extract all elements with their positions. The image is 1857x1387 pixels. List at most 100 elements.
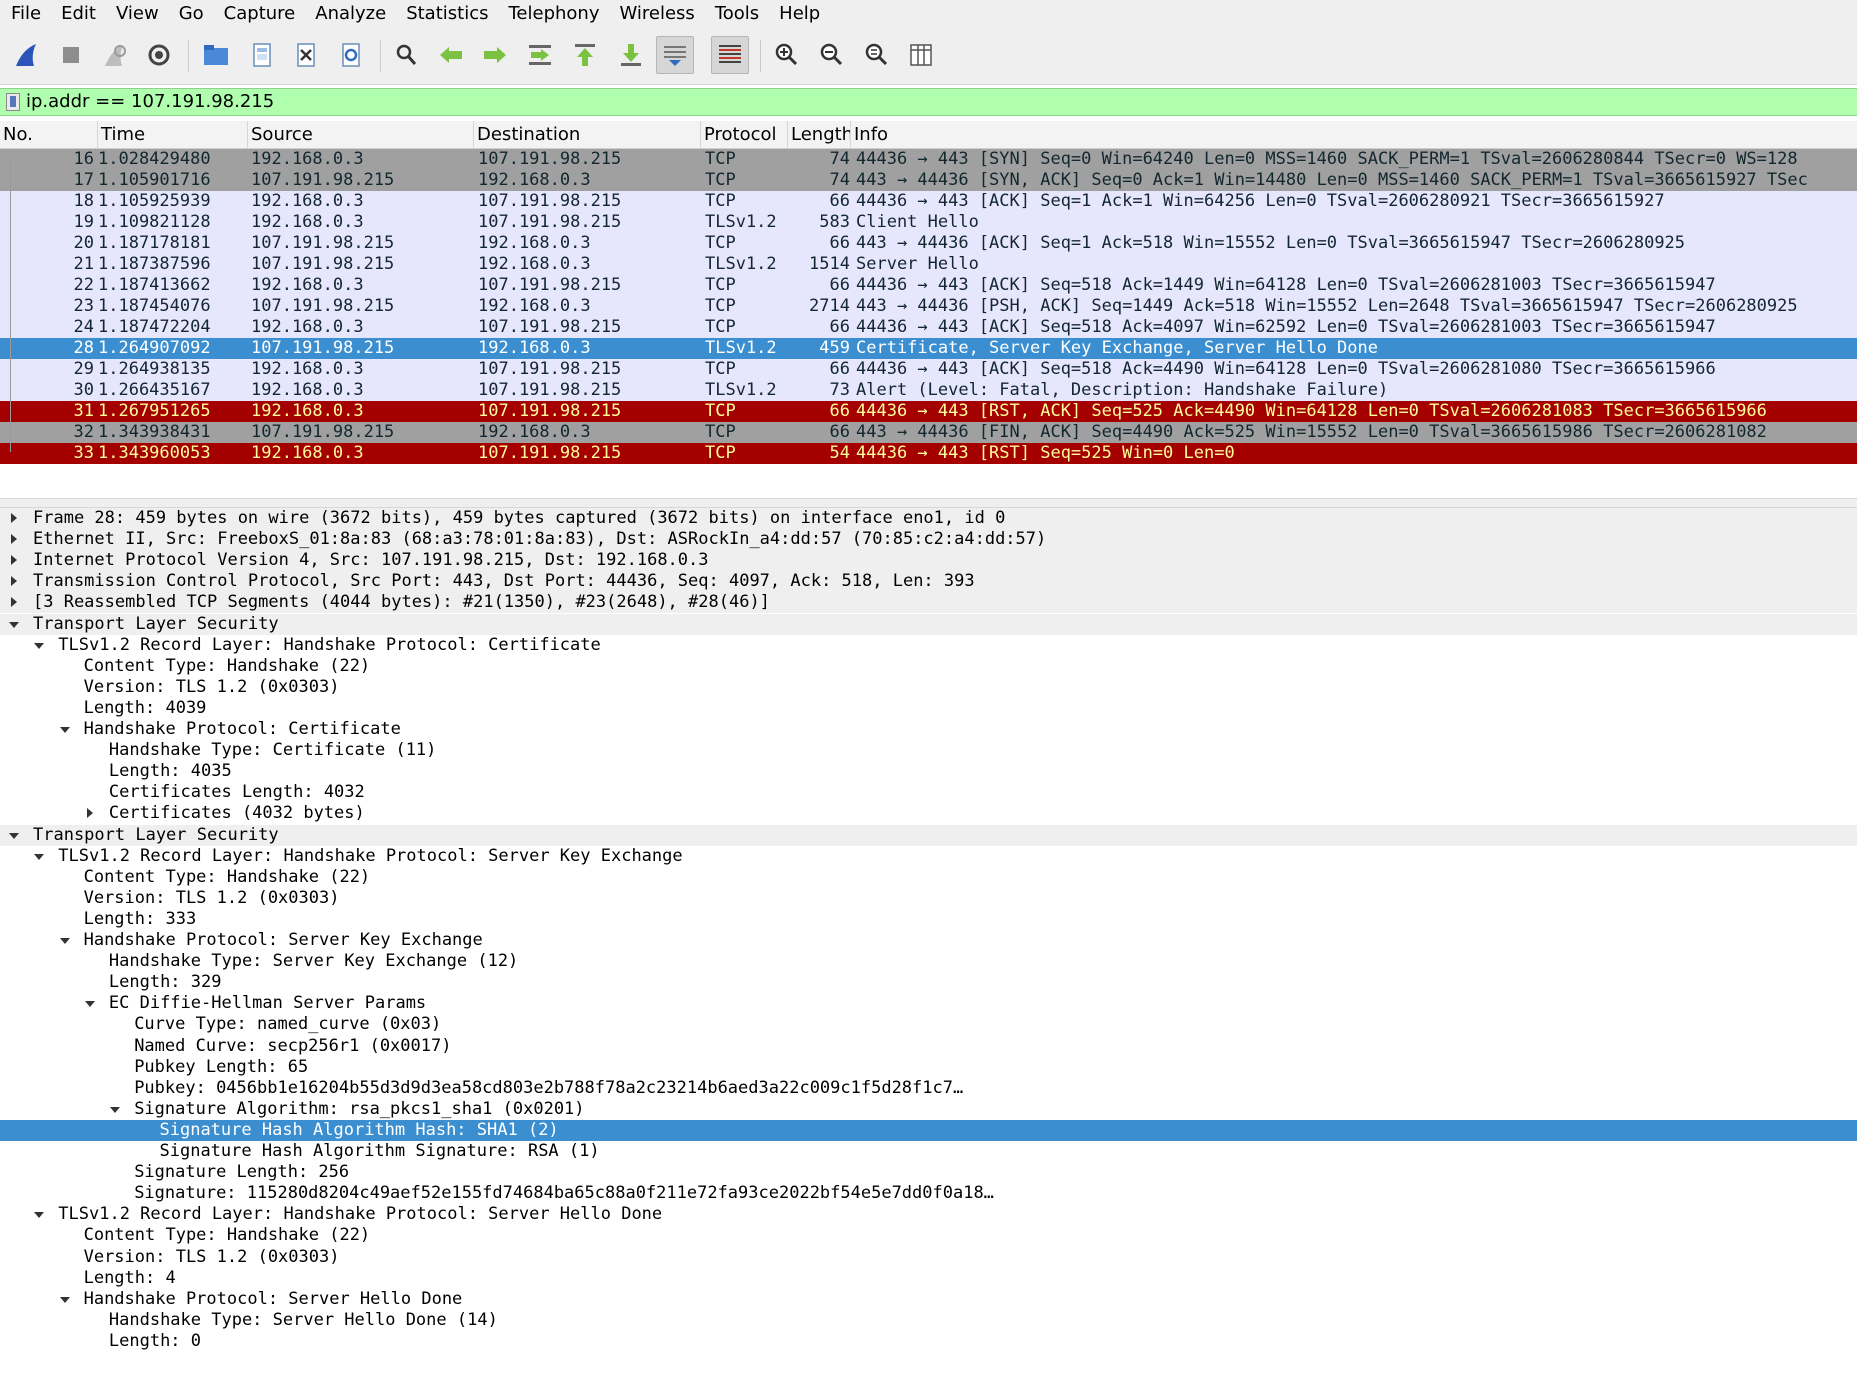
go-to-packet-icon[interactable] (521, 36, 559, 74)
expand-down-icon[interactable] (84, 993, 98, 1014)
detail-tree-item[interactable]: Signature Length: 256 (0, 1162, 1857, 1183)
menu-analyze[interactable]: Analyze (304, 0, 395, 28)
packet-row[interactable]: 19 1.109821128 192.168.0.3 107.191.98.215 TL… (0, 212, 1857, 233)
find-packet-icon[interactable] (387, 36, 425, 74)
detail-tree-item[interactable]: Handshake Type: Server Key Exchange (12) (0, 951, 1857, 972)
packet-row[interactable]: 24 1.187472204 192.168.0.3 107.191.98.215 TC… (0, 317, 1857, 338)
go-forward-icon[interactable] (476, 36, 514, 74)
detail-tree-item[interactable]: Version: TLS 1.2 (0x0303) (0, 1247, 1857, 1268)
detail-tree-item[interactable]: TLSv1.2 Record Layer: Handshake Protocol… (0, 1204, 1857, 1225)
detail-tree-item[interactable]: Handshake Type: Server Hello Done (14) (0, 1310, 1857, 1331)
detail-tree-item[interactable]: [3 Reassembled TCP Segments (4044 bytes)… (0, 592, 1857, 613)
packet-row[interactable]: 23 1.187454076 107.191.98.215 192.168.0.3 TC… (0, 296, 1857, 317)
go-first-packet-icon[interactable] (566, 36, 604, 74)
detail-tree-item[interactable]: Content Type: Handshake (22) (0, 867, 1857, 888)
detail-tree-item[interactable]: Transport Layer Security (0, 614, 1857, 635)
expand-down-icon[interactable] (8, 825, 22, 846)
detail-tree-item[interactable]: TLSv1.2 Record Layer: Handshake Protocol… (0, 846, 1857, 867)
menu-tools[interactable]: Tools (704, 0, 768, 28)
column-header-source[interactable]: Source (248, 121, 474, 148)
expand-right-icon[interactable] (84, 803, 98, 824)
go-back-icon[interactable] (432, 36, 470, 74)
detail-tree-item[interactable]: Length: 329 (0, 972, 1857, 993)
packet-row[interactable]: 31 1.267951265 192.168.0.3 107.191.98.215 TC… (0, 401, 1857, 422)
packet-row[interactable]: 30 1.266435167 192.168.0.3 107.191.98.215 TL… (0, 380, 1857, 401)
expand-right-icon[interactable] (8, 571, 22, 592)
expand-down-icon[interactable] (59, 1289, 73, 1310)
detail-tree-item[interactable]: Certificates Length: 4032 (0, 782, 1857, 803)
display-filter-input[interactable]: ip.addr == 107.191.98.215 (26, 89, 274, 115)
zoom-normal-icon[interactable] (857, 36, 895, 74)
expand-down-icon[interactable] (59, 930, 73, 951)
menu-file[interactable]: File (0, 0, 50, 28)
detail-tree-item[interactable]: Length: 4039 (0, 698, 1857, 719)
detail-tree-item[interactable]: Pubkey Length: 65 (0, 1057, 1857, 1078)
packet-row[interactable]: 28 1.264907092 107.191.98.215 192.168.0.3 TL… (0, 338, 1857, 359)
menu-capture[interactable]: Capture (213, 0, 305, 28)
packet-row[interactable]: 18 1.105925939 192.168.0.3 107.191.98.215 TC… (0, 191, 1857, 212)
detail-tree-item[interactable]: Signature Hash Algorithm Signature: RSA … (0, 1141, 1857, 1162)
menu-go[interactable]: Go (168, 0, 213, 28)
column-header-time[interactable]: Time (98, 121, 248, 148)
packet-row[interactable]: 29 1.264938135 192.168.0.3 107.191.98.215 TC… (0, 359, 1857, 380)
detail-tree-item[interactable]: Frame 28: 459 bytes on wire (3672 bits),… (0, 508, 1857, 529)
detail-tree-item[interactable]: Signature Algorithm: rsa_pkcs1_sha1 (0x0… (0, 1099, 1857, 1120)
shark-fin-start-icon[interactable] (8, 36, 46, 74)
zoom-in-icon[interactable] (767, 36, 805, 74)
expand-down-icon[interactable] (59, 719, 73, 740)
save-file-icon[interactable] (243, 36, 281, 74)
column-header-protocol[interactable]: Protocol (701, 121, 788, 148)
expand-right-icon[interactable] (8, 508, 22, 529)
detail-tree-item[interactable]: Version: TLS 1.2 (0x0303) (0, 888, 1857, 909)
detail-tree-item[interactable]: Certificates (4032 bytes) (0, 803, 1857, 824)
menu-telephony[interactable]: Telephony (497, 0, 608, 28)
menu-wireless[interactable]: Wireless (608, 0, 703, 28)
detail-tree-item[interactable]: Signature Hash Algorithm Hash: SHA1 (2) (0, 1120, 1857, 1141)
detail-tree-item[interactable]: Curve Type: named_curve (0x03) (0, 1014, 1857, 1035)
detail-tree-item[interactable]: Length: 0 (0, 1331, 1857, 1352)
auto-scroll-icon[interactable] (656, 36, 694, 74)
detail-tree-item[interactable]: Named Curve: secp256r1 (0x0017) (0, 1036, 1857, 1057)
column-header-no[interactable]: No. (0, 121, 98, 148)
detail-tree-item[interactable]: TLSv1.2 Record Layer: Handshake Protocol… (0, 635, 1857, 656)
menu-edit[interactable]: Edit (50, 0, 105, 28)
expand-down-icon[interactable] (33, 635, 47, 656)
detail-tree-item[interactable]: Version: TLS 1.2 (0x0303) (0, 677, 1857, 698)
detail-tree-item[interactable]: Signature: 115280d8204c49aef52e155fd7468… (0, 1183, 1857, 1204)
expand-right-icon[interactable] (8, 550, 22, 571)
pane-splitter[interactable] (0, 498, 1857, 508)
detail-tree-item[interactable]: Length: 4035 (0, 761, 1857, 782)
detail-tree-item[interactable]: Handshake Protocol: Certificate (0, 719, 1857, 740)
colorize-icon[interactable] (711, 36, 749, 74)
menu-help[interactable]: Help (768, 0, 829, 28)
detail-tree-item[interactable]: Handshake Protocol: Server Hello Done (0, 1289, 1857, 1310)
packet-row[interactable]: 16 1.028429480 192.168.0.3 107.191.98.215 TC… (0, 149, 1857, 170)
expand-right-icon[interactable] (8, 529, 22, 550)
expand-right-icon[interactable] (8, 592, 22, 613)
detail-tree-item[interactable]: Content Type: Handshake (22) (0, 1225, 1857, 1246)
detail-tree-item[interactable]: Transmission Control Protocol, Src Port:… (0, 571, 1857, 592)
go-last-packet-icon[interactable] (612, 36, 650, 74)
expand-down-icon[interactable] (8, 614, 22, 635)
detail-tree-item[interactable]: Length: 333 (0, 909, 1857, 930)
menu-statistics[interactable]: Statistics (395, 0, 497, 28)
bookmark-icon[interactable] (6, 93, 20, 111)
restart-capture-icon[interactable] (96, 36, 134, 74)
detail-tree-item[interactable]: Handshake Type: Certificate (11) (0, 740, 1857, 761)
stop-capture-icon[interactable] (52, 36, 90, 74)
close-file-icon[interactable] (287, 36, 325, 74)
detail-tree-item[interactable]: Ethernet II, Src: FreeboxS_01:8a:83 (68:… (0, 529, 1857, 550)
expand-down-icon[interactable] (33, 1204, 47, 1225)
packet-row[interactable]: 32 1.343938431 107.191.98.215 192.168.0.3 TC… (0, 422, 1857, 443)
detail-tree-item[interactable]: EC Diffie-Hellman Server Params (0, 993, 1857, 1014)
detail-tree-item[interactable]: Handshake Protocol: Server Key Exchange (0, 930, 1857, 951)
detail-tree-item[interactable]: Content Type: Handshake (22) (0, 656, 1857, 677)
reload-file-icon[interactable] (332, 36, 370, 74)
packet-row[interactable]: 22 1.187413662 192.168.0.3 107.191.98.215 TC… (0, 275, 1857, 296)
packet-row[interactable]: 17 1.105901716 107.191.98.215 192.168.0.3 TC… (0, 170, 1857, 191)
column-header-destination[interactable]: Destination (474, 121, 701, 148)
column-header-length[interactable]: Length (788, 121, 851, 148)
detail-tree-item[interactable]: Internet Protocol Version 4, Src: 107.19… (0, 550, 1857, 571)
resize-columns-icon[interactable] (902, 36, 940, 74)
open-file-icon[interactable] (197, 36, 235, 74)
